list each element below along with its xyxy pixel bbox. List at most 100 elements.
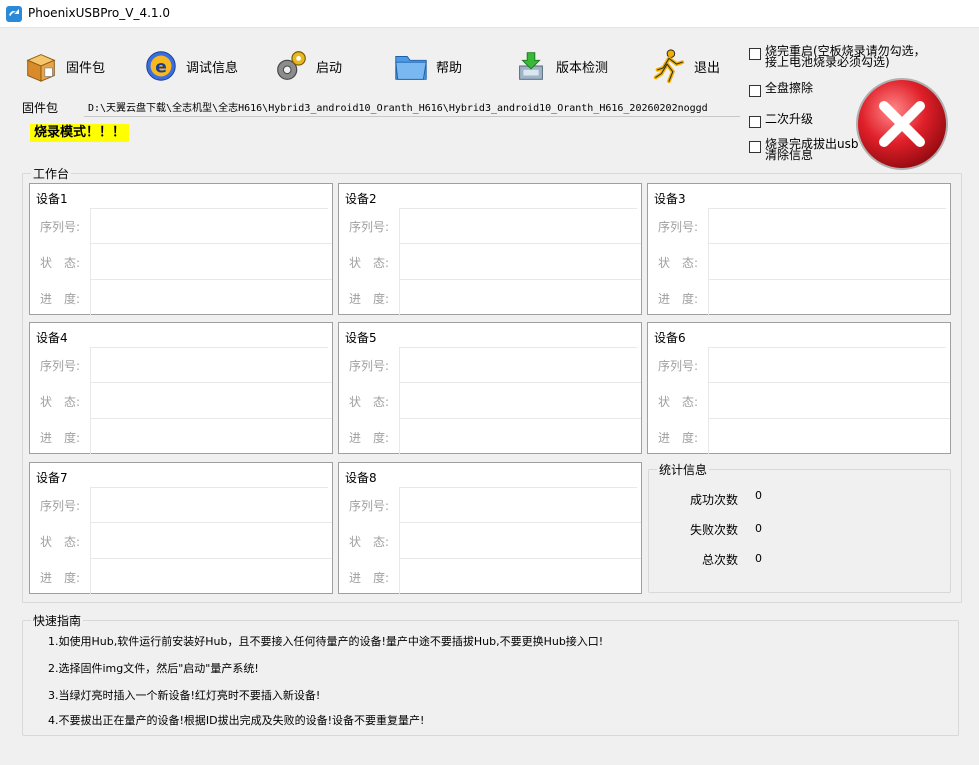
- clear-info-on-unplug-checkbox[interactable]: 烧录完成拔出usb清除信息: [749, 137, 861, 162]
- guide-line: 1.如使用Hub,软件运行前安装好Hub，且不要接入任何待量产的设备!量产中途不…: [48, 635, 604, 648]
- gears-icon: [277, 51, 306, 80]
- firmware-path-label: 固件包: [22, 101, 59, 115]
- flash-mode-banner: 烧录模式！！！: [30, 124, 130, 142]
- total-count-label: 总次数: [701, 553, 738, 567]
- device-name: 设备3: [654, 192, 686, 206]
- progress-label: 进 度:: [40, 571, 81, 585]
- serial-value: [90, 208, 332, 244]
- download-icon: [519, 52, 543, 80]
- device-name: 设备6: [654, 331, 686, 345]
- device-name: 设备2: [345, 192, 377, 206]
- stop-status-button[interactable]: [854, 76, 950, 172]
- success-count-value: 0: [755, 489, 762, 502]
- serial-label: 序列号:: [658, 220, 699, 234]
- serial-label: 序列号:: [349, 220, 390, 234]
- status-label: 状 态:: [40, 256, 81, 270]
- workbench-title: 工作台: [31, 165, 72, 182]
- help-button[interactable]: 帮助: [392, 44, 462, 88]
- device-panel-2: 设备2 序列号: 状 态: 进 度:: [338, 183, 642, 316]
- device-name: 设备7: [36, 471, 68, 485]
- window-title: PhoenixUSBPro_V_4.1.0: [28, 6, 171, 20]
- serial-value: [399, 208, 641, 244]
- serial-label: 序列号:: [40, 359, 81, 373]
- serial-value: [708, 208, 950, 244]
- firmware-button-label: 固件包: [66, 60, 106, 76]
- progress-value: [90, 559, 332, 595]
- status-value: [708, 383, 950, 419]
- status-value: [90, 244, 332, 280]
- status-label: 状 态:: [40, 535, 81, 549]
- progress-value: [708, 419, 950, 455]
- debug-info-button-label: 调试信息: [186, 60, 239, 76]
- folder-help-icon: [395, 56, 427, 80]
- serial-value: [90, 487, 332, 523]
- guide-line: 2.选择固件img文件，然后"启动"量产系统!: [48, 662, 259, 675]
- serial-label: 序列号:: [40, 499, 81, 513]
- status-value: [90, 383, 332, 419]
- status-value: [90, 523, 332, 559]
- device-panel-7: 设备7 序列号: 状 态: 进 度:: [29, 462, 333, 595]
- debug-browser-icon: e: [146, 51, 176, 81]
- serial-label: 序列号:: [658, 359, 699, 373]
- progress-value: [399, 419, 641, 455]
- svg-text:e: e: [155, 58, 167, 78]
- fail-count-label: 失败次数: [689, 523, 738, 537]
- device-panel-5: 设备5 序列号: 状 态: 进 度:: [338, 322, 642, 455]
- serial-value: [399, 487, 641, 523]
- version-check-button[interactable]: 版本检测: [512, 44, 608, 88]
- statistics-title: 统计信息: [657, 461, 710, 478]
- checkbox-box[interactable]: [749, 141, 761, 153]
- firmware-path-field[interactable]: D:\天翼云盘下载\全志机型\全志H616\Hybrid3_android10_…: [84, 95, 740, 117]
- progress-label: 进 度:: [658, 292, 699, 306]
- exit-button-label: 退出: [694, 60, 721, 76]
- progress-label: 进 度:: [40, 431, 81, 445]
- status-value: [708, 244, 950, 280]
- help-button-label: 帮助: [436, 60, 463, 76]
- start-button[interactable]: 启动: [272, 44, 342, 88]
- status-value: [399, 523, 641, 559]
- version-check-button-label: 版本检测: [556, 60, 609, 76]
- exit-button[interactable]: 退出: [650, 44, 720, 88]
- checkbox-box[interactable]: [749, 48, 761, 60]
- serial-label: 序列号:: [349, 499, 390, 513]
- guide-line: 3.当绿灯亮时插入一个新设备!红灯亮时不要插入新设备!: [48, 689, 321, 702]
- device-name: 设备8: [345, 471, 377, 485]
- status-value: [399, 244, 641, 280]
- progress-value: [90, 419, 332, 455]
- progress-label: 进 度:: [658, 431, 699, 445]
- start-button-label: 启动: [316, 60, 343, 76]
- status-value: [399, 383, 641, 419]
- progress-value: [90, 280, 332, 316]
- checkbox-box[interactable]: [749, 85, 761, 97]
- progress-label: 进 度:: [349, 571, 390, 585]
- checkbox-box[interactable]: [749, 116, 761, 128]
- serial-value: [399, 347, 641, 383]
- progress-label: 进 度:: [349, 292, 390, 306]
- reboot-after-flash-label: 烧完重启(空板烧录请勿勾选，接上电池烧录必须勾选): [765, 44, 926, 69]
- progress-label: 进 度:: [349, 431, 390, 445]
- quick-guide-title: 快速指南: [31, 612, 84, 629]
- progress-value: [399, 280, 641, 316]
- status-label: 状 态:: [349, 535, 390, 549]
- success-count-label: 成功次数: [689, 493, 738, 507]
- clear-info-on-unplug-label: 烧录完成拔出usb清除信息: [765, 137, 859, 162]
- device-panel-4: 设备4 序列号: 状 态: 进 度:: [29, 322, 333, 455]
- serial-label: 序列号:: [349, 359, 390, 373]
- device-name: 设备1: [36, 192, 68, 206]
- serial-value: [90, 347, 332, 383]
- package-icon: [26, 54, 56, 82]
- debug-info-button[interactable]: e 调试信息: [142, 44, 238, 88]
- fail-count-value: 0: [755, 522, 762, 535]
- serial-label: 序列号:: [40, 220, 81, 234]
- reboot-after-flash-checkbox[interactable]: 烧完重启(空板烧录请勿勾选，接上电池烧录必须勾选): [749, 44, 935, 69]
- device-name: 设备4: [36, 331, 68, 345]
- status-label: 状 态:: [658, 256, 699, 270]
- firmware-button[interactable]: 固件包: [22, 44, 105, 88]
- app-icon: [6, 6, 22, 22]
- device-panel-1: 设备1 序列号: 状 态: 进 度:: [29, 183, 333, 316]
- device-panel-3: 设备3 序列号: 状 态: 进 度:: [647, 183, 951, 316]
- progress-label: 进 度:: [40, 292, 81, 306]
- running-man-icon: [653, 49, 685, 84]
- serial-value: [708, 347, 950, 383]
- total-count-value: 0: [755, 552, 762, 565]
